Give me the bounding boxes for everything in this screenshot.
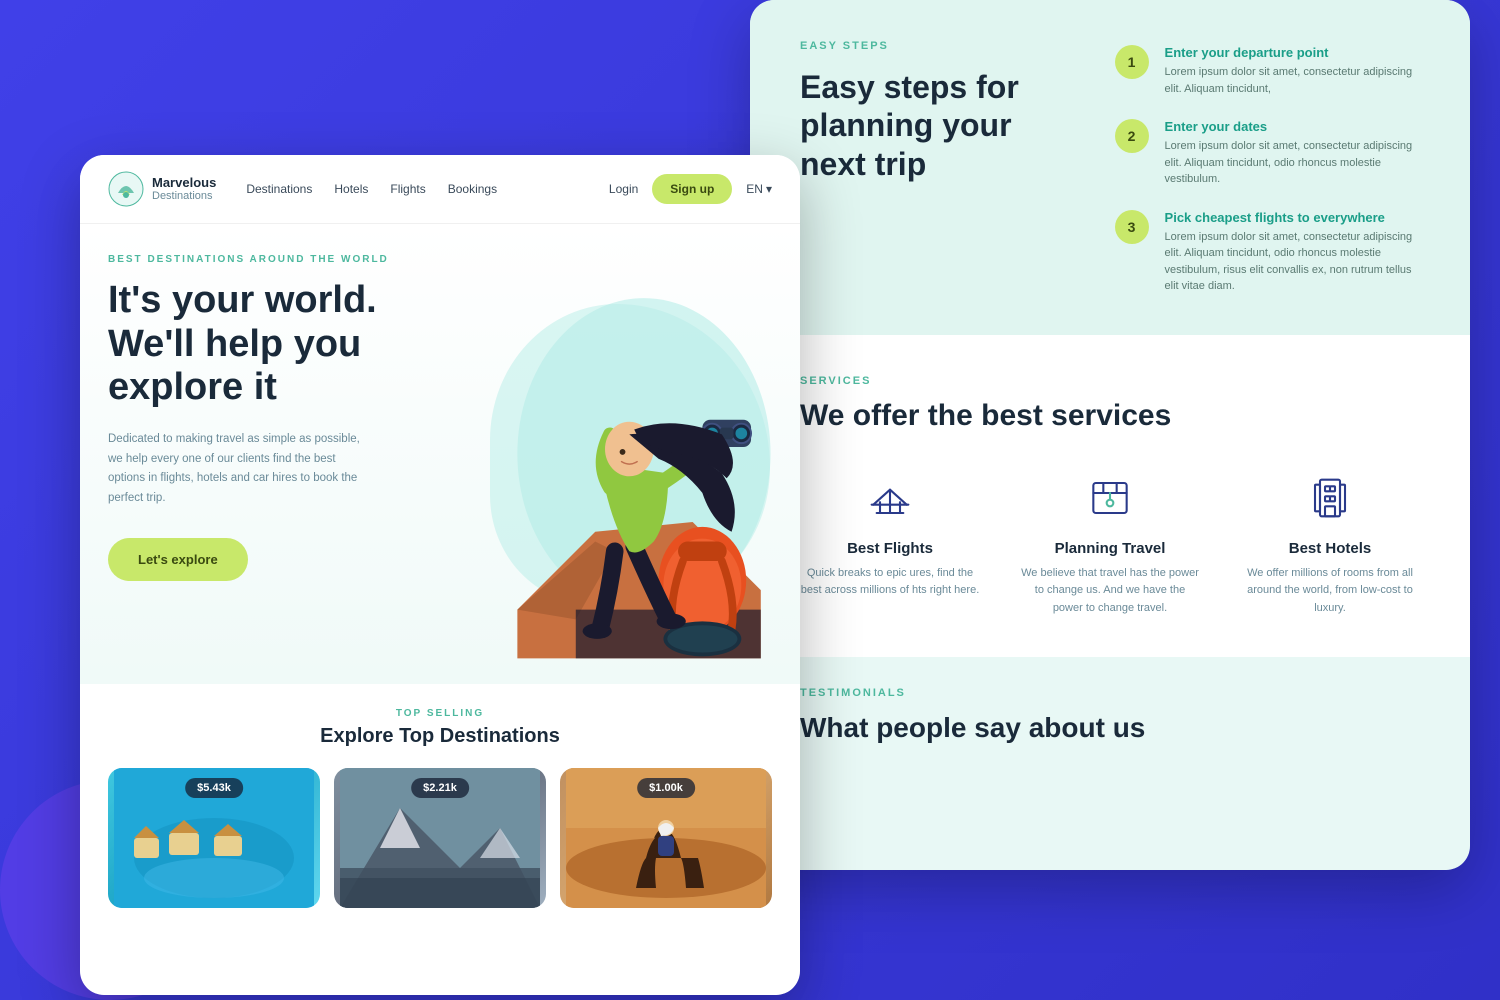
step-content-3: Pick cheapest flights to everywhere Lore… [1165,210,1420,295]
nav-flights-link[interactable]: Flights [390,182,425,196]
destination-card-3[interactable]: $1.00k [560,768,772,908]
navbar: Marvelous Destinations Destinations Hote… [80,155,800,224]
logo-svg [108,171,144,207]
service-hotels-title: Best Hotels [1240,540,1420,557]
step-3: 3 Pick cheapest flights to everywhere Lo… [1115,210,1420,295]
hero-illustration [420,234,790,664]
logo-sub: Destinations [152,190,216,203]
nav-destinations-link[interactable]: Destinations [246,182,312,196]
testimonials-title: What people say about us [800,711,1420,745]
services-grid: Best Flights Quick breaks to epic ures, … [800,473,1420,618]
services-title: We offer the best services [800,399,1420,433]
services-section: SERVICES We offer the best services Best… [750,335,1470,658]
step-heading-2: Enter your dates [1165,119,1420,134]
step-desc-1: Lorem ipsum dolor sit amet, consectetur … [1165,64,1420,97]
step-content-2: Enter your dates Lorem ipsum dolor sit a… [1165,119,1420,188]
destination-card-1[interactable]: $5.43k [108,768,320,908]
testimonials-section: TESTIMONIALS What people say about us [750,657,1470,775]
nav-actions: Login Sign up EN ▾ [609,174,772,204]
step-desc-3: Lorem ipsum dolor sit amet, consectetur … [1165,229,1420,295]
service-flights-title: Best Flights [800,540,980,557]
service-planning-desc: We believe that travel has the power to … [1020,565,1200,618]
nav-hotels[interactable]: Hotels [334,180,368,198]
testimonials-label: TESTIMONIALS [800,687,1420,699]
service-flights: Best Flights Quick breaks to epic ures, … [800,473,980,618]
easy-steps-title: Easy steps for planning your next trip [800,68,1055,183]
step-content-1: Enter your departure point Lorem ipsum d… [1165,45,1420,97]
dest-price-1: $5.43k [185,778,243,798]
service-hotels-desc: We offer millions of rooms from all arou… [1240,565,1420,618]
hero-section: BEST DESTINATIONS AROUND THE WORLD It's … [80,224,800,684]
lang-text: EN [746,182,763,196]
signup-button[interactable]: Sign up [652,174,732,204]
easy-steps-left: EASY STEPS Easy steps for planning your … [800,40,1055,183]
nav-hotels-link[interactable]: Hotels [334,182,368,196]
step-num-2: 2 [1115,119,1149,153]
destinations-section: TOP SELLING Explore Top Destinations [80,684,800,932]
planning-icon [1085,473,1135,523]
back-card: EASY STEPS Easy steps for planning your … [750,0,1470,870]
front-card: Marvelous Destinations Destinations Hote… [80,155,800,995]
destinations-title: Explore Top Destinations [108,725,772,748]
service-flights-desc: Quick breaks to epic ures, find the best… [800,565,980,600]
steps-list: 1 Enter your departure point Lorem ipsum… [1115,40,1420,295]
explore-button[interactable]: Let's explore [108,538,248,581]
hero-description: Dedicated to making travel as simple as … [108,430,368,508]
nav-bookings-link[interactable]: Bookings [448,182,497,196]
logo-icon [108,171,144,207]
hero-title: It's your world. We'll help you explore … [108,279,428,410]
nav-links: Destinations Hotels Flights Bookings [246,180,579,198]
logo: Marvelous Destinations [108,171,216,207]
step-2: 2 Enter your dates Lorem ipsum dolor sit… [1115,119,1420,188]
nav-flights[interactable]: Flights [390,180,425,198]
language-selector[interactable]: EN ▾ [746,182,772,196]
step-heading-1: Enter your departure point [1165,45,1420,60]
step-num-1: 1 [1115,45,1149,79]
dest-price-3: $1.00k [637,778,695,798]
easy-steps-section: EASY STEPS Easy steps for planning your … [750,0,1470,335]
chevron-down-icon: ▾ [766,182,772,196]
service-hotels: Best Hotels We offer millions of rooms f… [1240,473,1420,618]
step-heading-3: Pick cheapest flights to everywhere [1165,210,1420,225]
step-1: 1 Enter your departure point Lorem ipsum… [1115,45,1420,97]
logo-text: Marvelous Destinations [152,175,216,204]
step-num-3: 3 [1115,210,1149,244]
nav-destinations[interactable]: Destinations [246,180,312,198]
destinations-cards: $5.43k $2.21k [108,768,772,908]
destinations-label: TOP SELLING [108,708,772,719]
service-planning-title: Planning Travel [1020,540,1200,557]
services-label: SERVICES [800,375,1420,387]
hotels-icon [1305,473,1355,523]
login-button[interactable]: Login [609,182,638,196]
logo-name: Marvelous [152,175,216,191]
step-desc-2: Lorem ipsum dolor sit amet, consectetur … [1165,138,1420,188]
easy-steps-label: EASY STEPS [800,40,1055,52]
flights-icon [865,473,915,523]
nav-bookings[interactable]: Bookings [448,180,497,198]
destination-card-2[interactable]: $2.21k [334,768,546,908]
dest-price-2: $2.21k [411,778,469,798]
service-planning: Planning Travel We believe that travel h… [1020,473,1200,618]
